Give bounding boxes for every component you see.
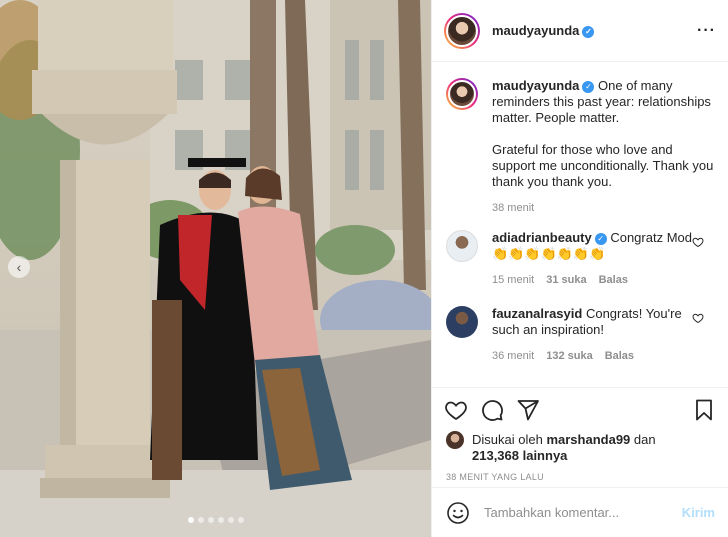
carousel-dot (217, 517, 224, 523)
add-comment-bar: Kirim (432, 487, 728, 537)
verified-badge-icon: ✓ (582, 25, 595, 38)
comment-likes[interactable]: 132 suka (546, 348, 592, 364)
author-avatar[interactable] (444, 12, 480, 49)
commenter-avatar[interactable] (446, 230, 478, 262)
like-comment-heart-icon[interactable] (692, 312, 704, 324)
caption-meta: 38 menit (492, 200, 714, 216)
commenter-username[interactable]: fauzanalrasyid (492, 306, 582, 321)
verified-badge-icon: ✓ (594, 233, 607, 245)
like-heart-icon[interactable] (444, 398, 468, 422)
caption-avatar[interactable] (446, 78, 478, 110)
verified-badge-icon: ✓ (582, 81, 595, 93)
post-actions (432, 388, 728, 432)
comment-meta: 36 menit 132 suka Balas (492, 348, 702, 364)
post-details-panel: maudyayunda ✓ ··· maudyayunda ✓ One of man… (431, 0, 728, 537)
post-photo[interactable]: ‹ (0, 0, 431, 537)
caption-text: One of many reminders this past year: re… (492, 78, 714, 189)
likes-summary: Disukai oleh marshanda99 dan 213,368 lai… (432, 431, 728, 464)
comment-meta: 15 menit 31 suka Balas (492, 272, 702, 288)
emoji-smiley-icon[interactable] (446, 501, 470, 525)
commenter-avatar[interactable] (446, 306, 478, 338)
likes-prefix: Disukai oleh (472, 432, 543, 447)
comment-time: 15 menit (492, 274, 535, 286)
likes-middle: dan (633, 432, 656, 447)
comment-time: 36 menit (492, 350, 535, 362)
carousel-dots (0, 517, 431, 523)
like-comment-heart-icon[interactable] (692, 236, 704, 248)
caption-username[interactable]: maudyayunda (492, 78, 579, 93)
comment-item: adiadrianbeauty ✓ Congratz Mod 👏👏👏👏👏👏👏 15… (446, 230, 714, 288)
comment-item: fauzanalrasyid Congrats! You're such an … (446, 306, 714, 364)
author-username[interactable]: maudyayunda ✓ (492, 23, 595, 38)
post-header: maudyayunda ✓ ··· (432, 0, 728, 62)
share-paper-plane-icon[interactable] (516, 398, 540, 422)
liker-avatar[interactable] (446, 431, 464, 449)
caption: maudyayunda ✓ One of many reminders this … (446, 78, 714, 216)
photo-illustration (0, 0, 431, 537)
carousel-dot (207, 517, 214, 523)
comments-list: maudyayunda ✓ One of many reminders this … (432, 62, 728, 388)
liker-username[interactable]: marshanda99 (546, 432, 630, 447)
carousel-dot (187, 517, 194, 523)
carousel-dot (197, 517, 204, 523)
carousel-dot (227, 517, 234, 523)
comment-input[interactable] (484, 505, 674, 520)
more-options-icon[interactable]: ··· (697, 22, 716, 40)
commenter-username[interactable]: adiadrianbeauty (492, 230, 592, 245)
carousel-dot (237, 517, 244, 523)
post-comment-button[interactable]: Kirim (682, 505, 715, 520)
reply-button[interactable]: Balas (605, 348, 634, 364)
carousel-prev-button[interactable]: ‹ (8, 256, 30, 278)
likes-count[interactable]: 213,368 lainnya (472, 448, 567, 463)
comment-likes[interactable]: 31 suka (546, 272, 586, 288)
caption-time: 38 menit (492, 202, 535, 214)
reply-button[interactable]: Balas (599, 272, 628, 288)
save-bookmark-icon[interactable] (692, 398, 716, 422)
post-timestamp[interactable]: 38 MENIT YANG LALU (432, 464, 728, 482)
comment-bubble-icon[interactable] (480, 398, 504, 422)
